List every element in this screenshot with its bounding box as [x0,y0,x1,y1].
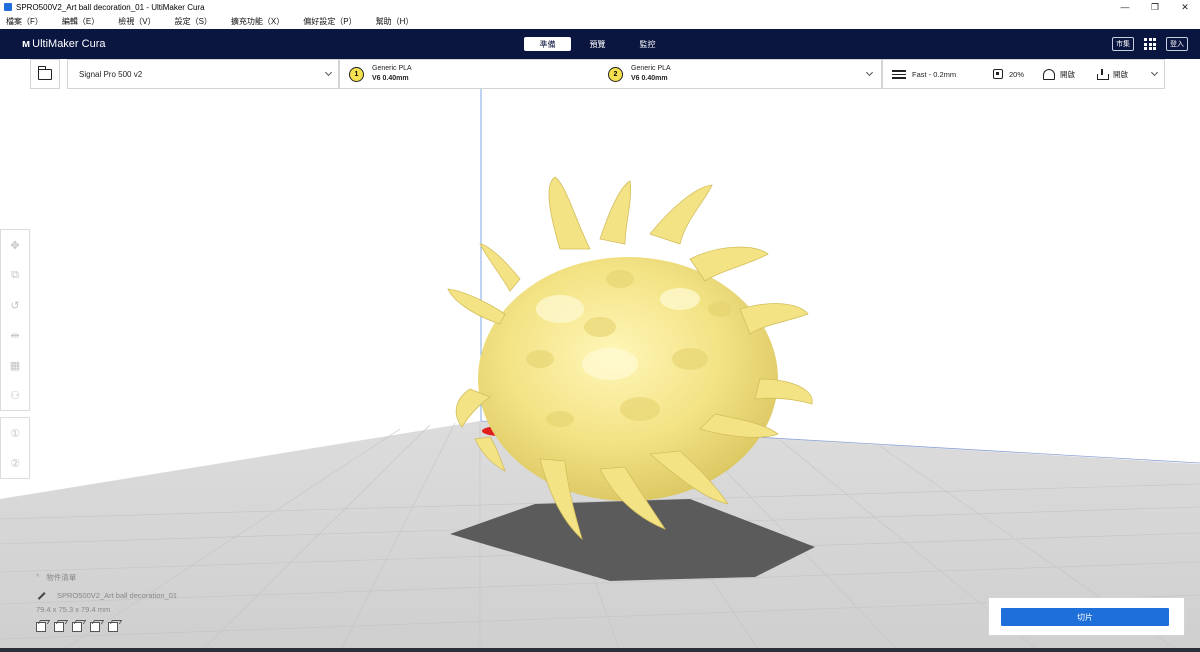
object-dimensions: 79.4 x 75.3 x 79.4 mm [36,605,111,614]
mirror-tool-icon[interactable]: ⇹ [1,320,29,350]
extruder-1-badge: 1 [349,66,364,82]
menu-preferences[interactable]: 偏好設定（P） [303,16,356,27]
adhesion-setting: 開啟 [1096,69,1128,80]
minimize-button[interactable]: — [1110,2,1140,12]
taskbar-edge [0,648,1200,652]
chevron-up-icon: ^ [36,574,40,581]
menu-extensions[interactable]: 擴充功能（X） [231,16,284,27]
menu-bar: 檔案（F） 編輯（E） 檢視（V） 設定（S） 擴充功能（X） 偏好設定（P） … [0,14,1200,29]
front-view-icon[interactable] [54,622,64,632]
top-view-icon[interactable] [72,622,82,632]
extruder-tools: ① ② [0,417,30,479]
logo-text: UltiMaker Cura [32,38,106,50]
rotate-tool-icon[interactable]: ↺ [1,290,29,320]
support-icon [1043,69,1055,80]
adhesion-value: 開啟 [1113,70,1128,79]
adhesion-icon [1096,69,1109,80]
object-list: ^ 物件清單 SPRO500V2_Art ball decoration_01 … [36,572,236,632]
printer-name: Signal Pro 500 v2 [79,69,143,79]
window-title: SPRO500V2_Art ball decoration_01 - UltiM… [16,2,205,12]
signin-button[interactable]: 登入 [1166,37,1188,51]
left-view-icon[interactable] [90,622,100,632]
printer-selector[interactable]: Signal Pro 500 v2 [67,59,339,89]
camera-view-buttons [36,622,236,632]
print-settings-selector[interactable]: Fast - 0.2mm 20% 開啟 開啟 [882,59,1165,89]
move-tool-icon[interactable]: ✥ [1,230,29,260]
header-actions: 市集 登入 [1112,37,1188,51]
app-header: ᴍ UltiMaker Cura 準備 預覽 監控 市集 登入 [0,29,1200,59]
profile-setting: Fast - 0.2mm [892,69,956,79]
action-panel: 切片 [988,597,1185,636]
extruder-2-badge: 2 [608,66,623,82]
support-blocker-icon[interactable]: ⚇ [1,380,29,410]
marketplace-button[interactable]: 市集 [1112,37,1134,51]
object-list-header[interactable]: ^ 物件清單 [36,572,236,583]
tab-monitor[interactable]: 監控 [624,37,671,51]
extruder-2[interactable]: 2 Generic PLA V6 0.40mm [608,64,671,84]
restore-button[interactable]: ❐ [1140,2,1170,13]
sliders-icon [892,69,906,79]
3d-viewport[interactable] [0,59,1200,652]
menu-file[interactable]: 檔案（F） [6,16,43,27]
infill-icon [993,69,1003,79]
folder-icon [37,65,52,80]
extruder-1-tool-icon[interactable]: ① [1,418,29,448]
object-name: SPRO500V2_Art ball decoration_01 [57,591,178,600]
profile-label: Fast - 0.2mm [912,69,957,79]
tool-panel: ✥ ⧉ ↺ ⇹ ▦ ⚇ ① ② [0,229,30,479]
extruder-2-core: V6 0.40mm [631,75,668,82]
extruder-2-material: Generic PLA [631,65,671,72]
extruder-1-core: V6 0.40mm [372,75,409,82]
menu-settings[interactable]: 設定（S） [175,16,212,27]
infill-value: 20% [1009,69,1025,79]
cura-app-icon [4,3,12,11]
extruder-2-tool-icon[interactable]: ② [1,448,29,478]
tab-prepare[interactable]: 準備 [524,37,571,51]
chevron-down-icon [1150,68,1159,77]
extruder-1[interactable]: 1 Generic PLA V6 0.40mm [349,64,412,84]
support-value: 開啟 [1060,70,1075,79]
chevron-down-icon [324,68,333,77]
title-bar: SPRO500V2_Art ball decoration_01 - UltiM… [0,0,1200,14]
extruder-1-material: Generic PLA [372,65,412,72]
open-file-button[interactable] [30,59,60,89]
3d-view-icon[interactable] [36,622,46,632]
object-name-row[interactable]: SPRO500V2_Art ball decoration_01 [36,591,236,600]
infill-setting: 20% [993,69,1024,79]
material-selector[interactable]: 1 Generic PLA V6 0.40mm 2 Generic PLA V6… [339,59,882,89]
apps-grid-icon[interactable] [1144,38,1156,50]
ultimaker-logo: ᴍ UltiMaker Cura [22,38,106,50]
menu-edit[interactable]: 編輯（E） [62,16,99,27]
chevron-down-icon [865,68,874,77]
tab-preview[interactable]: 預覽 [574,37,621,51]
support-setting: 開啟 [1043,69,1075,80]
slice-button[interactable]: 切片 [1001,608,1169,626]
menu-view[interactable]: 檢視（V） [118,16,155,27]
close-button[interactable]: ✕ [1170,2,1200,13]
scale-tool-icon[interactable]: ⧉ [1,260,29,290]
ultimaker-logo-icon: ᴍ [22,38,30,50]
menu-help[interactable]: 幫助（H） [376,16,414,27]
right-view-icon[interactable] [108,622,118,632]
print-setup-toolbar: Signal Pro 500 v2 1 Generic PLA V6 0.40m… [30,59,1165,89]
transform-tools: ✥ ⧉ ↺ ⇹ ▦ ⚇ [0,229,30,411]
object-list-title: 物件清單 [46,573,77,582]
pencil-icon [36,591,45,600]
stage-tabs: 準備 預覽 監控 [524,37,671,51]
per-model-settings-icon[interactable]: ▦ [1,350,29,380]
scene-canvas [0,59,1200,652]
